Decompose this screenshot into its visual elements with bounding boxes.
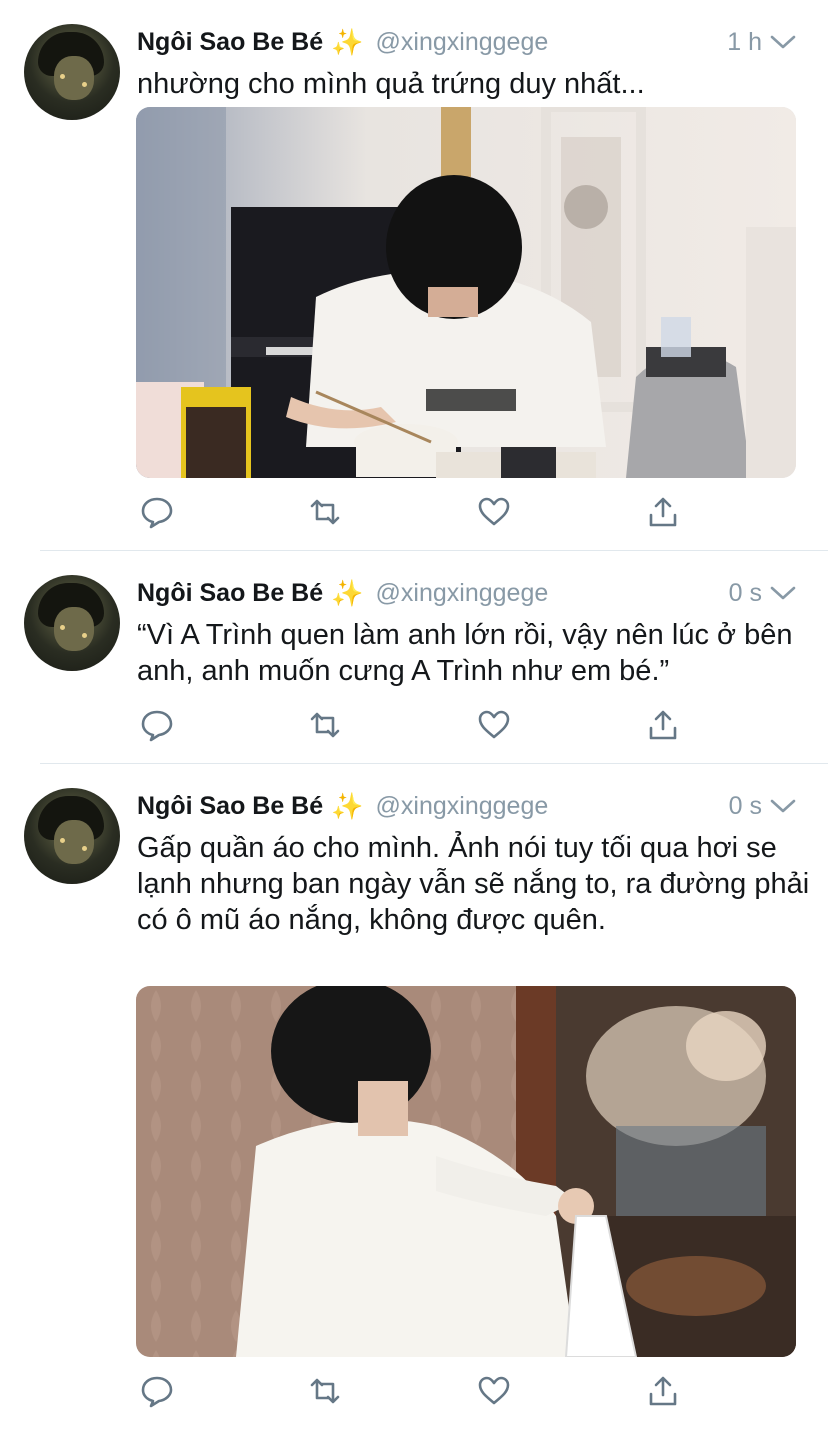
retweet-arrows-icon: [310, 499, 340, 525]
reply-button[interactable]: [137, 492, 177, 532]
timeline-feed: Ngôi Sao Be Bé ✨ @xingxinggege 1 h nhườn…: [0, 0, 828, 1432]
heart-outline-icon: [478, 497, 510, 526]
share-button[interactable]: [643, 705, 683, 745]
speech-bubble-icon: [141, 710, 173, 742]
retweet-button[interactable]: [305, 705, 345, 745]
divider: [40, 763, 828, 764]
like-button[interactable]: [474, 1371, 514, 1411]
chevron-down-icon[interactable]: [770, 575, 796, 611]
author-name[interactable]: Ngôi Sao Be Bé: [137, 792, 323, 821]
share-upload-icon: [649, 710, 677, 740]
tweet-text: nhường cho mình quả trứng duy nhất...: [137, 68, 645, 100]
reply-button[interactable]: [137, 1371, 177, 1411]
share-upload-icon: [649, 497, 677, 527]
tweet-text: “Vì A Trình quen làm anh lớn rồi, vậy nê…: [137, 619, 793, 687]
tweet-header: Ngôi Sao Be Bé ✨ @xingxinggege: [137, 788, 548, 824]
speech-bubble-icon: [141, 497, 173, 529]
tweet-timestamp[interactable]: 1 h: [727, 24, 762, 60]
author-name[interactable]: Ngôi Sao Be Bé: [137, 579, 323, 608]
like-button[interactable]: [474, 705, 514, 745]
tweet-actions: [137, 492, 697, 532]
photo-boy-folding-clothes: [136, 986, 796, 1357]
like-button[interactable]: [474, 492, 514, 532]
chevron-down-icon[interactable]: [770, 24, 796, 60]
sparkle-emoji: ✨: [331, 790, 364, 821]
tweet-actions: [137, 1371, 697, 1411]
author-handle[interactable]: @xingxinggege: [376, 579, 549, 608]
tweet-text: Gấp quần áo cho mình. Ảnh nói tuy tối qu…: [137, 832, 810, 936]
tweet-photo[interactable]: [136, 986, 796, 1357]
tweet-actions: [137, 705, 697, 745]
share-button[interactable]: [643, 492, 683, 532]
avatar[interactable]: [24, 575, 120, 671]
tweet-timestamp[interactable]: 0 s: [729, 788, 762, 824]
author-name[interactable]: Ngôi Sao Be Bé: [137, 28, 323, 57]
sparkle-emoji: ✨: [331, 577, 364, 608]
heart-outline-icon: [478, 1376, 510, 1405]
avatar[interactable]: [24, 788, 120, 884]
avatar[interactable]: [24, 24, 120, 120]
retweet-button[interactable]: [305, 1371, 345, 1411]
retweet-arrows-icon: [310, 712, 340, 738]
tweet-header: Ngôi Sao Be Bé ✨ @xingxinggege: [137, 575, 548, 611]
retweet-arrows-icon: [310, 1378, 340, 1404]
photo-boy-eating: [136, 107, 796, 478]
author-handle[interactable]: @xingxinggege: [376, 28, 549, 57]
heart-outline-icon: [478, 710, 510, 739]
tweet-photo[interactable]: [136, 107, 796, 478]
tweet-header: Ngôi Sao Be Bé ✨ @xingxinggege: [137, 24, 548, 60]
share-upload-icon: [649, 1376, 677, 1406]
share-button[interactable]: [643, 1371, 683, 1411]
tweet-timestamp[interactable]: 0 s: [729, 575, 762, 611]
chevron-down-icon[interactable]: [770, 788, 796, 824]
reply-button[interactable]: [137, 705, 177, 745]
divider: [40, 550, 828, 551]
retweet-button[interactable]: [305, 492, 345, 532]
sparkle-emoji: ✨: [331, 26, 364, 57]
author-handle[interactable]: @xingxinggege: [376, 792, 549, 821]
speech-bubble-icon: [141, 1376, 173, 1408]
